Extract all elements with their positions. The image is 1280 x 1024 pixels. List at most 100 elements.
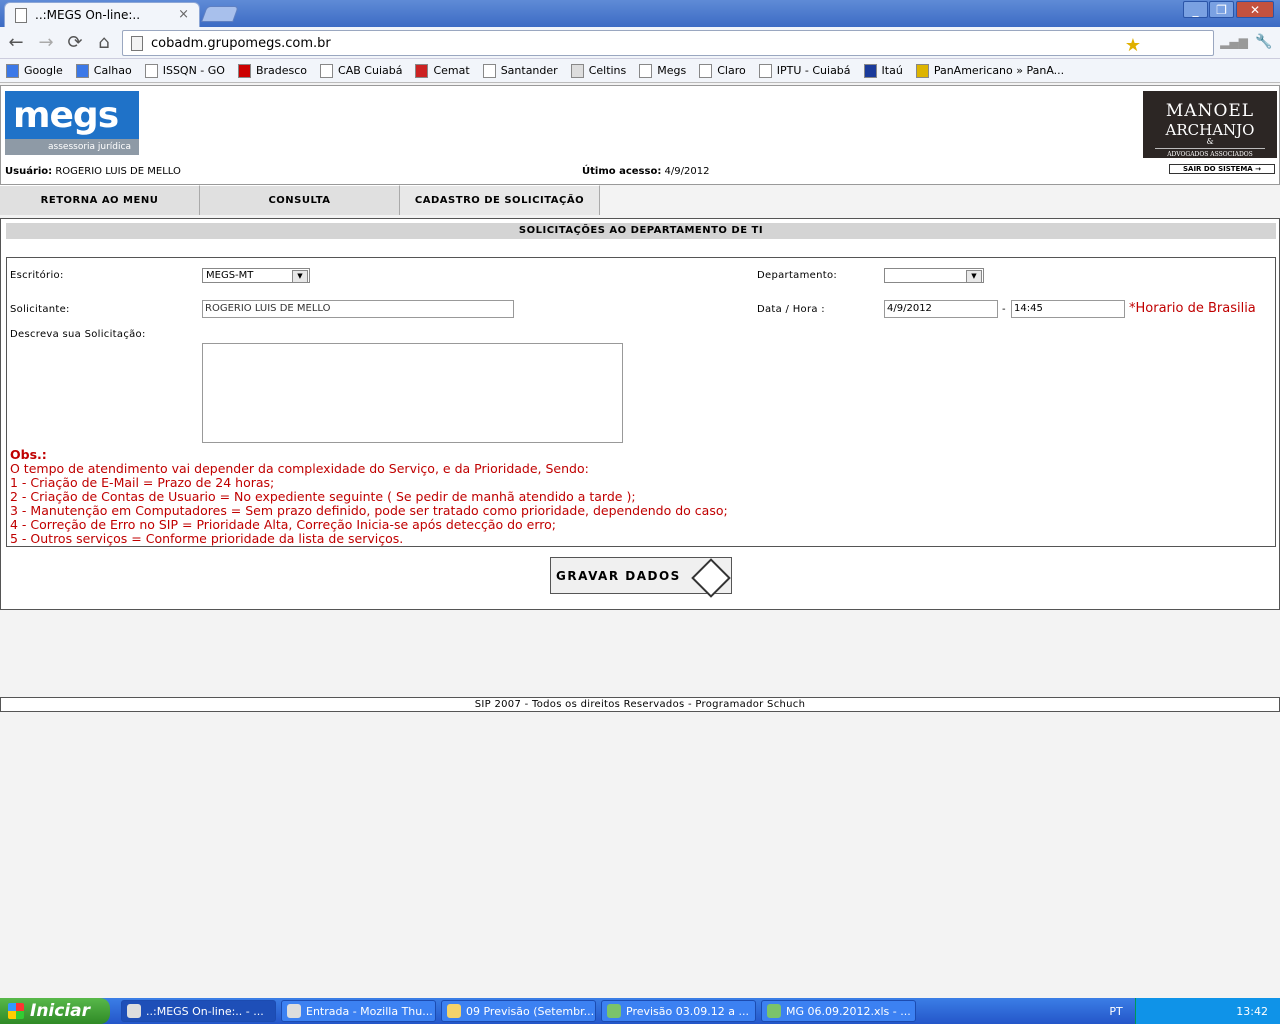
bookmark-label: Cemat (433, 64, 470, 77)
time-input[interactable]: 14:45 (1011, 300, 1125, 318)
system-tray: 13:42 (1135, 998, 1280, 1024)
site-header: megs assessoria jurídica MANOEL ARCHANJO… (0, 85, 1280, 185)
taskbar-item[interactable]: Entrada - Mozilla Thu... (281, 1000, 436, 1022)
bookmark-item[interactable]: Megs (639, 63, 687, 78)
obs-line: 2 - Criação de Contas de Usuario = No ex… (10, 489, 636, 504)
browser-tab[interactable]: ..:MEGS On-line:.. × (4, 2, 200, 27)
bookmark-item[interactable]: Calhao (75, 63, 132, 78)
forward-icon[interactable]: → (34, 30, 58, 54)
maximize-button[interactable]: ❐ (1209, 1, 1234, 18)
datahora-label: Data / Hora : (757, 304, 825, 315)
last-access: Útimo acesso: 4/9/2012 (582, 166, 709, 177)
bookmark-label: PanAmericano » PanA... (933, 64, 1065, 77)
browser-tab-strip: ..:MEGS On-line:.. × _ ❐ ✕ (0, 0, 1280, 27)
bookmark-label: Itaú (881, 64, 903, 77)
bookmark-label: Claro (717, 64, 746, 77)
bookmark-icon (237, 63, 251, 78)
megs-logo: megs assessoria jurídica (5, 91, 139, 155)
descreva-label: Descreva sua Solicitação: (10, 329, 146, 340)
bookmark-item[interactable]: ISSQN - GO (144, 63, 225, 78)
bookmark-item[interactable]: CAB Cuiabá (320, 63, 403, 78)
bookmark-item[interactable]: Bradesco (237, 63, 308, 78)
page-icon (15, 7, 27, 23)
departamento-label: Departamento: (757, 270, 838, 281)
bookmark-item[interactable]: Celtins (570, 63, 626, 78)
browser-toolbar: ← → ⟳ ⌂ cobadm.grupomegs.com.br ★ ▂▄▆ 🔧 (0, 27, 1280, 59)
bookmark-icon (482, 63, 496, 78)
folder-icon (447, 1004, 461, 1018)
reload-icon[interactable]: ⟳ (63, 30, 87, 54)
partner-name-3: ADVOGADOS ASSOCIADOS (1155, 148, 1265, 158)
tab-title: ..:MEGS On-line:.. (35, 8, 141, 22)
request-panel: SOLICITAÇÕES AO DEPARTAMENTO DE TI Escri… (0, 218, 1280, 610)
spreadsheet-icon (607, 1004, 621, 1018)
wrench-icon[interactable]: 🔧 (1252, 30, 1276, 54)
tab-close-icon[interactable]: × (178, 7, 189, 22)
solicitante-input[interactable]: ROGERIO LUIS DE MELLO (202, 300, 514, 318)
bookmark-icon (75, 63, 89, 78)
page-icon (131, 35, 143, 51)
bookmark-item[interactable]: Claro (699, 63, 746, 78)
start-button[interactable]: Iniciar (0, 998, 110, 1024)
signal-icon: ▂▄▆ (1220, 35, 1248, 49)
url-text: cobadm.grupomegs.com.br (151, 35, 331, 51)
partner-name-1: MANOEL (1165, 101, 1255, 121)
obs-title: Obs.: (10, 447, 47, 462)
menu-return[interactable]: RETORNA AO MENU (0, 185, 200, 215)
bookmark-label: Calhao (93, 64, 132, 77)
taskbar-item[interactable]: 09 Previsão (Setembr... (441, 1000, 596, 1022)
address-bar[interactable]: cobadm.grupomegs.com.br ★ (122, 30, 1214, 56)
taskbar-item[interactable]: ..:MEGS On-line:.. - ... (121, 1000, 276, 1022)
timezone-hint: *Horario de Brasilia (1129, 301, 1256, 316)
bookmark-item[interactable]: Cemat (415, 63, 470, 78)
back-icon[interactable]: ← (4, 30, 28, 54)
access-label: Útimo acesso: (582, 166, 662, 177)
obs-line: 3 - Manutenção em Computadores = Sem pra… (10, 503, 728, 518)
solicitante-label: Solicitante: (10, 304, 70, 315)
logo-word: megs (13, 95, 119, 136)
bookmark-label: Megs (657, 64, 687, 77)
minimize-button[interactable]: _ (1183, 1, 1208, 18)
escritorio-value: MEGS-MT (206, 270, 254, 281)
bookmark-icon (758, 63, 772, 78)
departamento-select[interactable]: ▼ (884, 268, 984, 283)
language-indicator[interactable]: PT (1098, 998, 1134, 1024)
bookmark-label: Bradesco (255, 64, 308, 77)
save-button[interactable]: GRAVAR DADOS (550, 557, 732, 598)
obs-line: 1 - Criação de E-Mail = Prazo de 24 hora… (10, 475, 275, 490)
panel-title: SOLICITAÇÕES AO DEPARTAMENTO DE TI (6, 223, 1276, 239)
bookmark-icon (415, 63, 429, 78)
web-page: megs assessoria jurídica MANOEL ARCHANJO… (0, 85, 1280, 998)
bookmark-item[interactable]: PanAmericano » PanA... (915, 63, 1065, 78)
chevron-down-icon: ▼ (292, 270, 308, 283)
menu-cadastro[interactable]: CADASTRO DE SOLICITAÇÃO (400, 185, 600, 215)
windows-taskbar: Iniciar ..:MEGS On-line:.. - ... Entrada… (0, 998, 1280, 1024)
logout-button[interactable]: SAIR DO SISTEMA → (1169, 164, 1275, 174)
task-label: Entrada - Mozilla Thu... (306, 1004, 433, 1018)
description-textarea[interactable] (202, 343, 623, 443)
clock[interactable]: 13:42 (1236, 1005, 1268, 1018)
bookmark-item[interactable]: Google (6, 63, 63, 78)
date-input[interactable]: 4/9/2012 (884, 300, 998, 318)
bookmark-star-icon[interactable]: ★ (1125, 35, 1141, 56)
new-tab-button[interactable] (201, 6, 239, 22)
bookmark-item[interactable]: Itaú (863, 63, 903, 78)
close-window-button[interactable]: ✕ (1236, 1, 1274, 18)
bookmark-label: CAB Cuiabá (338, 64, 403, 77)
bookmark-icon (915, 63, 929, 78)
user-info: Usuário: ROGERIO LUIS DE MELLO (5, 166, 181, 177)
date-time-separator: - (1002, 304, 1006, 315)
obs-line: O tempo de atendimento vai depender da c… (10, 461, 589, 476)
floppy-icon (691, 558, 731, 598)
logo-subtitle: assessoria jurídica (5, 139, 139, 155)
taskbar-item[interactable]: Previsão 03.09.12 a ... (601, 1000, 756, 1022)
taskbar-item[interactable]: MG 06.09.2012.xls - ... (761, 1000, 916, 1022)
bookmark-icon (570, 63, 584, 78)
bookmark-item[interactable]: Santander (482, 63, 558, 78)
chevron-down-icon: ▼ (966, 270, 982, 283)
partner-logo: MANOEL ARCHANJO & ADVOGADOS ASSOCIADOS (1143, 91, 1277, 158)
escritorio-select[interactable]: MEGS-MT ▼ (202, 268, 310, 283)
bookmark-item[interactable]: IPTU - Cuiabá (758, 63, 851, 78)
menu-consulta[interactable]: CONSULTA (200, 185, 400, 215)
home-icon[interactable]: ⌂ (92, 30, 116, 54)
